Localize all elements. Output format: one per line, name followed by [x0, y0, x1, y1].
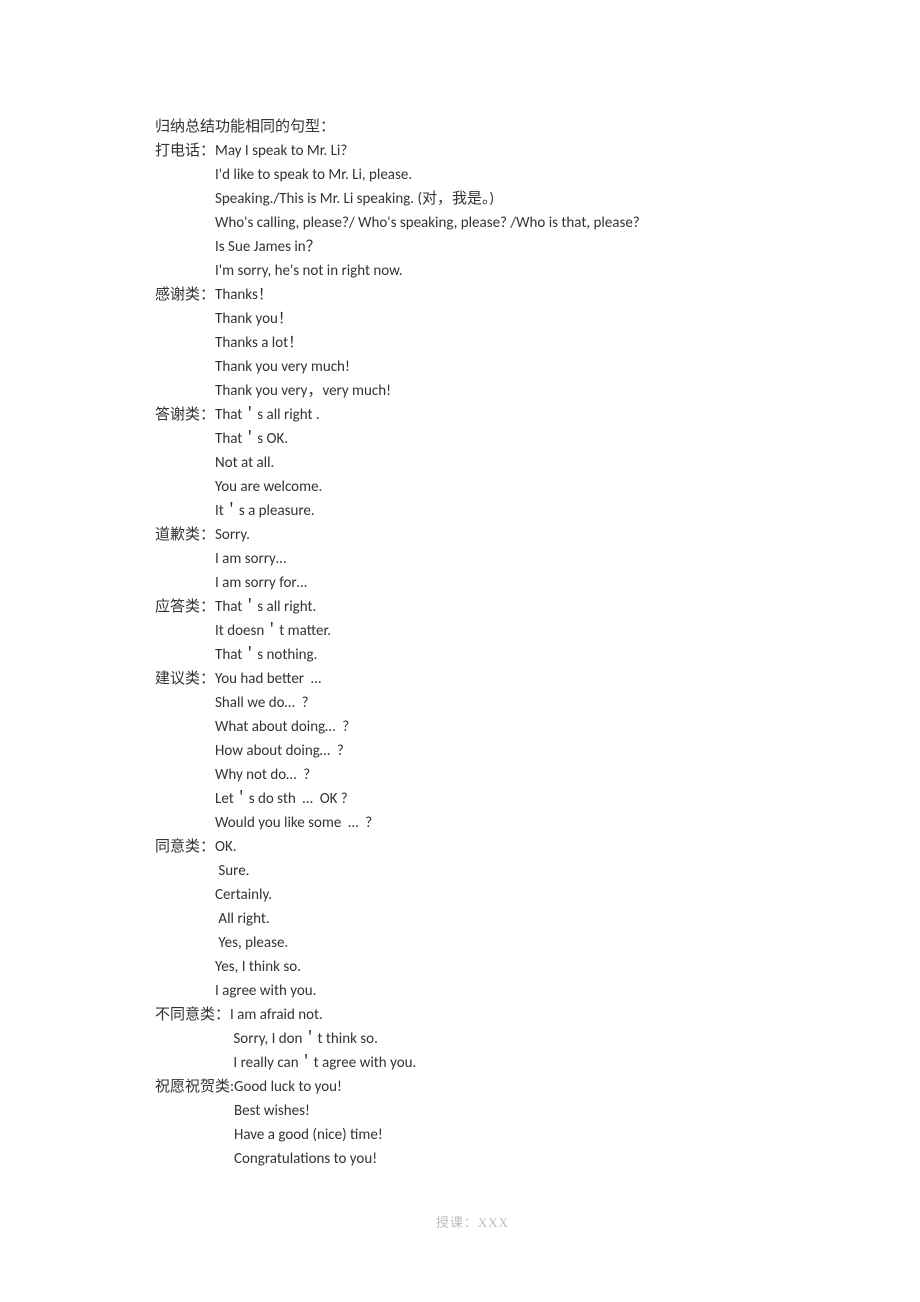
category-items: OK. Sure.Certainly. All right. Yes, plea… — [215, 835, 316, 1003]
category-label: 感谢类： — [155, 283, 215, 307]
phrase-line: Yes, I think so. — [215, 955, 316, 979]
phrase-line: What about doing… ? — [215, 715, 372, 739]
category-label: 打电话： — [155, 139, 215, 163]
category-label: 不同意类： — [155, 1003, 230, 1027]
category-block: 祝愿祝贺类: Good luck to you!Best wishes!Have… — [155, 1075, 790, 1171]
phrase-line: That＇s all right . — [215, 403, 322, 427]
phrase-line: Thanks a lot！ — [215, 331, 391, 355]
category-label: 应答类： — [155, 595, 215, 619]
phrase-line: Is Sue James in？ — [215, 235, 640, 259]
category-block: 答谢类：That＇s all right .That＇s OK.Not at a… — [155, 403, 790, 523]
phrase-line: All right. — [215, 907, 316, 931]
category-block: 应答类：That＇s all right.It doesn＇t matter.T… — [155, 595, 790, 667]
category-items: I am afraid not. Sorry, I don＇t think so… — [230, 1003, 416, 1075]
category-block: 感谢类：Thanks！Thank you！Thanks a lot！Thank … — [155, 283, 790, 403]
phrase-line: I agree with you. — [215, 979, 316, 1003]
phrase-line: Not at all. — [215, 451, 322, 475]
phrase-line: I am afraid not. — [230, 1003, 416, 1027]
phrase-line: Thank you very much! — [215, 355, 391, 379]
phrase-line: Would you like some … ? — [215, 811, 372, 835]
category-label: 道歉类： — [155, 523, 215, 547]
category-block: 同意类：OK. Sure.Certainly. All right. Yes, … — [155, 835, 790, 1003]
phrase-line: May I speak to Mr. Li? — [215, 139, 640, 163]
content-body: 打电话：May I speak to Mr. Li?I'd like to sp… — [155, 139, 790, 1171]
category-items: That＇s all right.It doesn＇t matter.That＇… — [215, 595, 331, 667]
phrase-line: Sorry, I don＇t think so. — [230, 1027, 416, 1051]
category-block: 打电话：May I speak to Mr. Li?I'd like to sp… — [155, 139, 790, 283]
category-block: 不同意类：I am afraid not. Sorry, I don＇t thi… — [155, 1003, 790, 1075]
phrase-line: Shall we do… ? — [215, 691, 372, 715]
phrase-line: Speaking./This is Mr. Li speaking. (对，我是… — [215, 187, 640, 211]
phrase-line: That＇s all right. — [215, 595, 331, 619]
category-block: 道歉类：Sorry.I am sorry…I am sorry for… — [155, 523, 790, 595]
category-label: 同意类： — [155, 835, 215, 859]
phrase-line: Sure. — [215, 859, 316, 883]
phrase-line: How about doing… ? — [215, 739, 372, 763]
phrase-line: Who's calling, please?/ Who's speaking, … — [215, 211, 640, 235]
category-label: 答谢类： — [155, 403, 215, 427]
category-items: You had better …Shall we do… ?What about… — [215, 667, 372, 835]
category-items: May I speak to Mr. Li?I'd like to speak … — [215, 139, 640, 283]
category-label: 建议类： — [155, 667, 215, 691]
phrase-line: Yes, please. — [215, 931, 316, 955]
phrase-line: Why not do… ? — [215, 763, 372, 787]
phrase-line: I am sorry… — [215, 547, 307, 571]
footer-text: 授课：XXX — [155, 1211, 790, 1235]
phrase-line: I am sorry for… — [215, 571, 307, 595]
phrase-line: I really can＇t agree with you. — [230, 1051, 416, 1075]
phrase-line: Sorry. — [215, 523, 307, 547]
phrase-line: You had better … — [215, 667, 372, 691]
phrase-line: Thank you！ — [215, 307, 391, 331]
category-label: 祝愿祝贺类: — [155, 1075, 234, 1099]
category-block: 建议类：You had better …Shall we do… ?What a… — [155, 667, 790, 835]
phrase-line: Thanks！ — [215, 283, 391, 307]
phrase-line: Congratulations to you! — [234, 1147, 383, 1171]
document-title: 归纳总结功能相同的句型： — [155, 115, 790, 139]
phrase-line: Have a good (nice) time! — [234, 1123, 383, 1147]
category-items: Sorry.I am sorry…I am sorry for… — [215, 523, 307, 595]
category-items: Thanks！Thank you！Thanks a lot！Thank you … — [215, 283, 391, 403]
phrase-line: Thank you very，very much! — [215, 379, 391, 403]
category-items: That＇s all right .That＇s OK.Not at all.Y… — [215, 403, 322, 523]
phrase-line: Certainly. — [215, 883, 316, 907]
phrase-line: You are welcome. — [215, 475, 322, 499]
phrase-line: That＇s nothing. — [215, 643, 331, 667]
phrase-line: It doesn＇t matter. — [215, 619, 331, 643]
document-page: 归纳总结功能相同的句型： 打电话：May I speak to Mr. Li?I… — [0, 0, 920, 1295]
phrase-line: It＇s a pleasure. — [215, 499, 322, 523]
phrase-line: I'd like to speak to Mr. Li, please. — [215, 163, 640, 187]
phrase-line: Good luck to you! — [234, 1075, 383, 1099]
phrase-line: That＇s OK. — [215, 427, 322, 451]
phrase-line: Best wishes! — [234, 1099, 383, 1123]
phrase-line: I'm sorry, he's not in right now. — [215, 259, 640, 283]
phrase-line: OK. — [215, 835, 316, 859]
category-items: Good luck to you!Best wishes!Have a good… — [234, 1075, 383, 1171]
phrase-line: Let＇s do sth … OK ? — [215, 787, 372, 811]
